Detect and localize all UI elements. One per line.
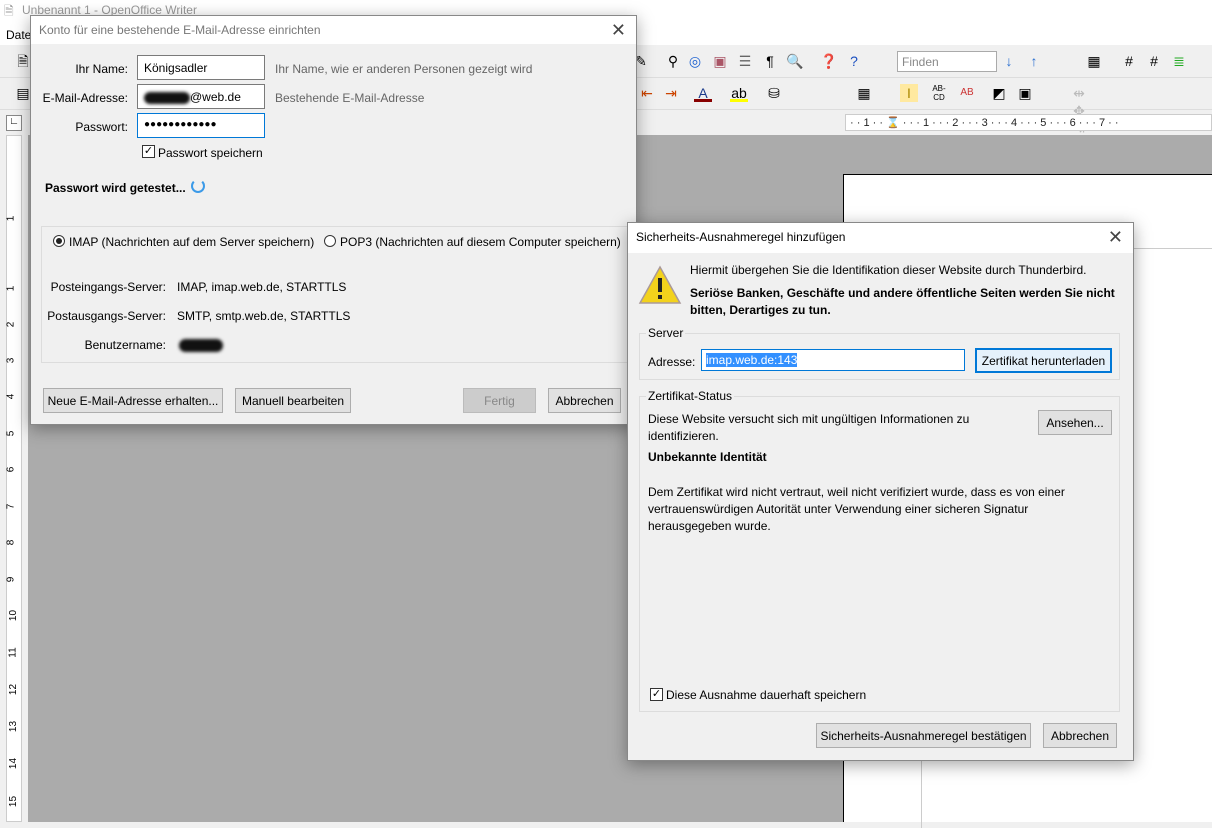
vertical-ruler[interactable]: 1 1 2 3 4 5 6 7 8 9 10 11 12 13 14 15 bbox=[5, 135, 22, 822]
address-label: Adresse: bbox=[648, 355, 696, 369]
field-icon[interactable]: # bbox=[1120, 52, 1138, 70]
incoming-label: Posteingangs-Server: bbox=[50, 280, 166, 294]
cancel-button[interactable]: Abbrechen bbox=[1043, 723, 1117, 748]
permanent-checkbox[interactable]: ✓ bbox=[650, 688, 663, 701]
email-label: E-Mail-Adresse: bbox=[42, 91, 128, 105]
incoming-value: IMAP, imap.web.de, STARTTLS bbox=[177, 280, 347, 294]
database-icon[interactable]: ☰ bbox=[736, 52, 754, 70]
warning-icon bbox=[638, 265, 682, 304]
dialog-title: Konto für eine bestehende E-Mail-Adresse… bbox=[31, 16, 636, 44]
name-label: Ihr Name: bbox=[75, 62, 128, 76]
email-hint: Bestehende E-Mail-Adresse bbox=[275, 91, 425, 105]
manual-config-button[interactable]: Manuell bearbeiten bbox=[235, 388, 351, 413]
pop3-label[interactable]: POP3 (Nachrichten auf diesem Computer sp… bbox=[340, 235, 621, 249]
background-color-icon[interactable]: ⛁ bbox=[765, 84, 783, 102]
whats-this-icon[interactable]: ? bbox=[845, 52, 863, 70]
shapes-icon[interactable]: ◩ bbox=[990, 84, 1008, 102]
case-icon[interactable]: AB-CD bbox=[930, 84, 948, 102]
redacted bbox=[144, 91, 190, 104]
navigator-icon[interactable]: ◎ bbox=[686, 52, 704, 70]
decrease-indent-icon[interactable]: ⇤ bbox=[638, 84, 656, 102]
find-replace-icon[interactable]: ⚲ bbox=[664, 52, 682, 70]
account-setup-dialog: Konto für eine bestehende E-Mail-Adresse… bbox=[30, 15, 637, 425]
find-input[interactable]: Finden bbox=[897, 51, 997, 72]
name-hint: Ihr Name, wie er anderen Personen gezeig… bbox=[275, 62, 533, 76]
download-certificate-button[interactable]: Zertifikat herunterladen bbox=[975, 348, 1112, 373]
confirm-exception-button[interactable]: Sicherheits-Ausnahmeregel bestätigen bbox=[816, 723, 1031, 748]
font-color-icon[interactable]: A bbox=[694, 84, 712, 102]
table-icon[interactable]: ▦ bbox=[1085, 52, 1103, 70]
align-icons: ⇹ ✥ ⇥ ⊤ ✥ ⊥ bbox=[1073, 85, 1085, 191]
cancel-button[interactable]: Abbrechen bbox=[548, 388, 621, 413]
warning-bold-text: Seriöse Banken, Geschäfte und andere öff… bbox=[690, 286, 1115, 317]
view-button[interactable]: Ansehen... bbox=[1038, 410, 1112, 435]
outgoing-label: Postausgangs-Server: bbox=[47, 309, 166, 323]
page-number-icon[interactable]: # bbox=[1145, 52, 1163, 70]
autocorrect-icon[interactable]: AB bbox=[958, 84, 976, 102]
password-input[interactable]: ●●●●●●●●●●●● bbox=[137, 113, 265, 138]
save-password-checkbox[interactable]: ✓ bbox=[142, 145, 155, 158]
permanent-label[interactable]: Diese Ausnahme dauerhaft speichern bbox=[666, 688, 866, 702]
menu-file[interactable]: Date bbox=[6, 28, 31, 42]
imap-radio[interactable] bbox=[53, 235, 65, 247]
find-next-icon[interactable]: ↓ bbox=[1000, 52, 1018, 70]
horizontal-ruler[interactable]: · · 1 · · ⌛ · · · 1 · · · 2 · · · 3 · · … bbox=[845, 114, 1212, 131]
gallery-icon[interactable]: ▣ bbox=[711, 52, 729, 70]
status-text: Diese Website versucht sich mit ungültig… bbox=[648, 412, 970, 443]
status-text: Passwort wird getestet... bbox=[45, 181, 186, 195]
done-button[interactable]: Fertig bbox=[463, 388, 536, 413]
text-cursor-icon[interactable]: I bbox=[900, 84, 918, 102]
outgoing-value: SMTP, smtp.web.de, STARTTLS bbox=[177, 309, 351, 323]
image-map-icon[interactable]: ▣ bbox=[1016, 84, 1034, 102]
help-icon[interactable]: ❓ bbox=[820, 52, 838, 70]
certificate-status-group: Zertifikat-Status Diese Website versucht… bbox=[639, 389, 1120, 712]
table-icon[interactable]: ▦ bbox=[855, 84, 873, 102]
name-input[interactable]: Königsadler bbox=[137, 55, 265, 80]
close-icon[interactable]: ✕ bbox=[1108, 227, 1123, 248]
imap-label[interactable]: IMAP (Nachrichten auf dem Server speiche… bbox=[69, 235, 314, 249]
username-redacted bbox=[179, 339, 223, 352]
zoom-icon[interactable]: 🔍 bbox=[786, 52, 804, 70]
address-input[interactable]: imap.web.de:143 bbox=[701, 349, 965, 371]
header-icon[interactable]: ≣ bbox=[1170, 52, 1188, 70]
pop3-radio[interactable] bbox=[324, 235, 336, 247]
formatting-marks-icon[interactable]: ¶ bbox=[761, 52, 779, 70]
highlight-icon[interactable]: ab bbox=[730, 84, 748, 102]
email-input[interactable]: @web.de bbox=[137, 84, 265, 109]
close-icon[interactable]: ✕ bbox=[611, 20, 626, 41]
identity-text: Dem Zertifikat wird nicht vertraut, weil… bbox=[648, 485, 1065, 533]
username-label: Benutzername: bbox=[84, 338, 166, 352]
warning-text: Hiermit übergehen Sie die Identifikation… bbox=[690, 263, 1087, 277]
spinner-icon bbox=[191, 179, 205, 193]
identity-title: Unbekannte Identität bbox=[648, 450, 767, 464]
increase-indent-icon[interactable]: ⇥ bbox=[662, 84, 680, 102]
server-settings-group: IMAP (Nachrichten auf dem Server speiche… bbox=[41, 226, 628, 363]
tab-stop-selector[interactable]: ∟ bbox=[6, 115, 22, 131]
password-label: Passwort: bbox=[75, 120, 128, 134]
save-password-label[interactable]: Passwort speichern bbox=[158, 146, 263, 160]
dialog-title: Sicherheits-Ausnahmeregel hinzufügen bbox=[628, 223, 1133, 253]
new-email-button[interactable]: Neue E-Mail-Adresse erhalten... bbox=[43, 388, 223, 413]
security-exception-dialog: Sicherheits-Ausnahmeregel hinzufügen ✕ H… bbox=[627, 222, 1134, 761]
server-group: Server Adresse: imap.web.de:143 Zertifik… bbox=[639, 326, 1120, 380]
find-previous-icon[interactable]: ↑ bbox=[1025, 52, 1043, 70]
